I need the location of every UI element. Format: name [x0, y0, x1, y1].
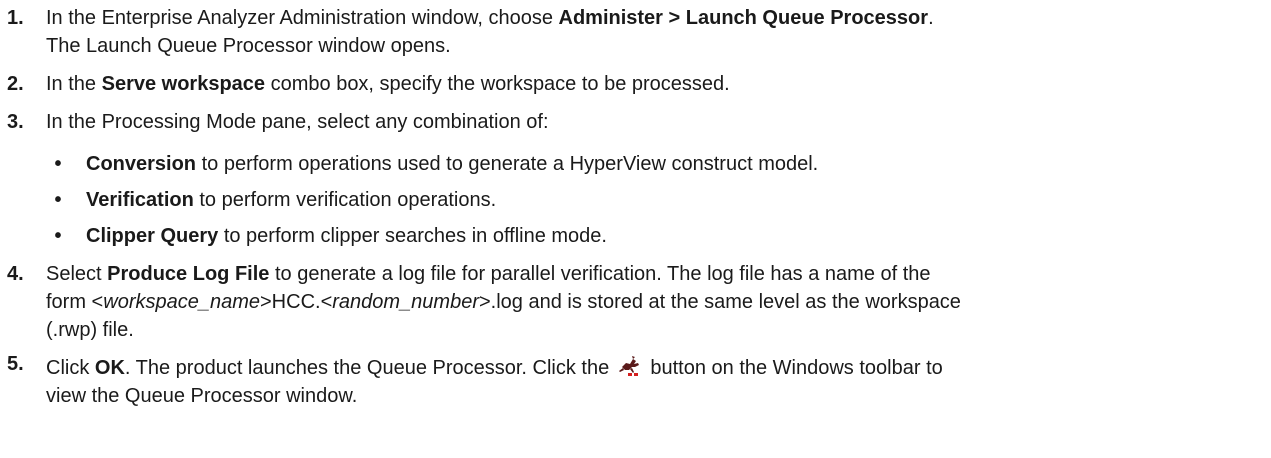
step-number: 2. [7, 73, 24, 95]
step-1: 1. In the Enterprise Analyzer Administra… [0, 4, 1271, 60]
step-2-text: In the Serve workspace combo box, specif… [46, 73, 730, 95]
step-2: 2. In the Serve workspace combo box, spe… [0, 70, 1271, 98]
step-1-line-1: In the Enterprise Analyzer Administratio… [46, 7, 934, 29]
list-item: • Conversion to perform operations used t… [46, 150, 1271, 178]
step-5-line-1: Click OK. The product launches the Queue… [46, 355, 943, 379]
step-number: 3. [7, 111, 24, 133]
bullet-icon: • [54, 225, 62, 247]
step-5: 5. Click OK. The product launches the Qu… [0, 353, 1271, 410]
bullet-icon: • [54, 153, 62, 175]
list-item: • Clipper Query to perform clipper search… [46, 222, 1271, 250]
step-4-line-3: (.rwp) file. [46, 319, 134, 341]
step-4-line-2: form <workspace_name>HCC.<random_number>… [46, 291, 961, 313]
step-4: 4. Select Produce Log File to generate a… [0, 260, 1271, 344]
procedure-document: 1. In the Enterprise Analyzer Administra… [0, 0, 1271, 458]
ui-term: Serve workspace [101, 73, 266, 95]
step-number: 5. [7, 353, 24, 375]
step-5-line-2: view the Queue Processor window. [46, 385, 358, 407]
step-1-line-2: The Launch Queue Processor window opens. [46, 35, 451, 57]
step-number: 4. [7, 263, 24, 285]
processing-mode-list: • Conversion to perform operations used t… [0, 150, 1271, 250]
queue-processor-icon [617, 355, 643, 377]
step-number: 1. [7, 7, 24, 29]
ui-term: Produce Log File [107, 263, 270, 285]
ui-term: OK [94, 357, 125, 379]
step-3: 3. In the Processing Mode pane, select a… [0, 108, 1271, 136]
step-3-text: In the Processing Mode pane, select any … [46, 111, 549, 133]
bullet-icon: • [54, 189, 62, 211]
list-item: • Verification to perform verification op… [46, 186, 1271, 214]
step-4-line-1: Select Produce Log File to generate a lo… [46, 263, 931, 285]
menu-path: Administer > Launch Queue Processor [558, 7, 929, 29]
